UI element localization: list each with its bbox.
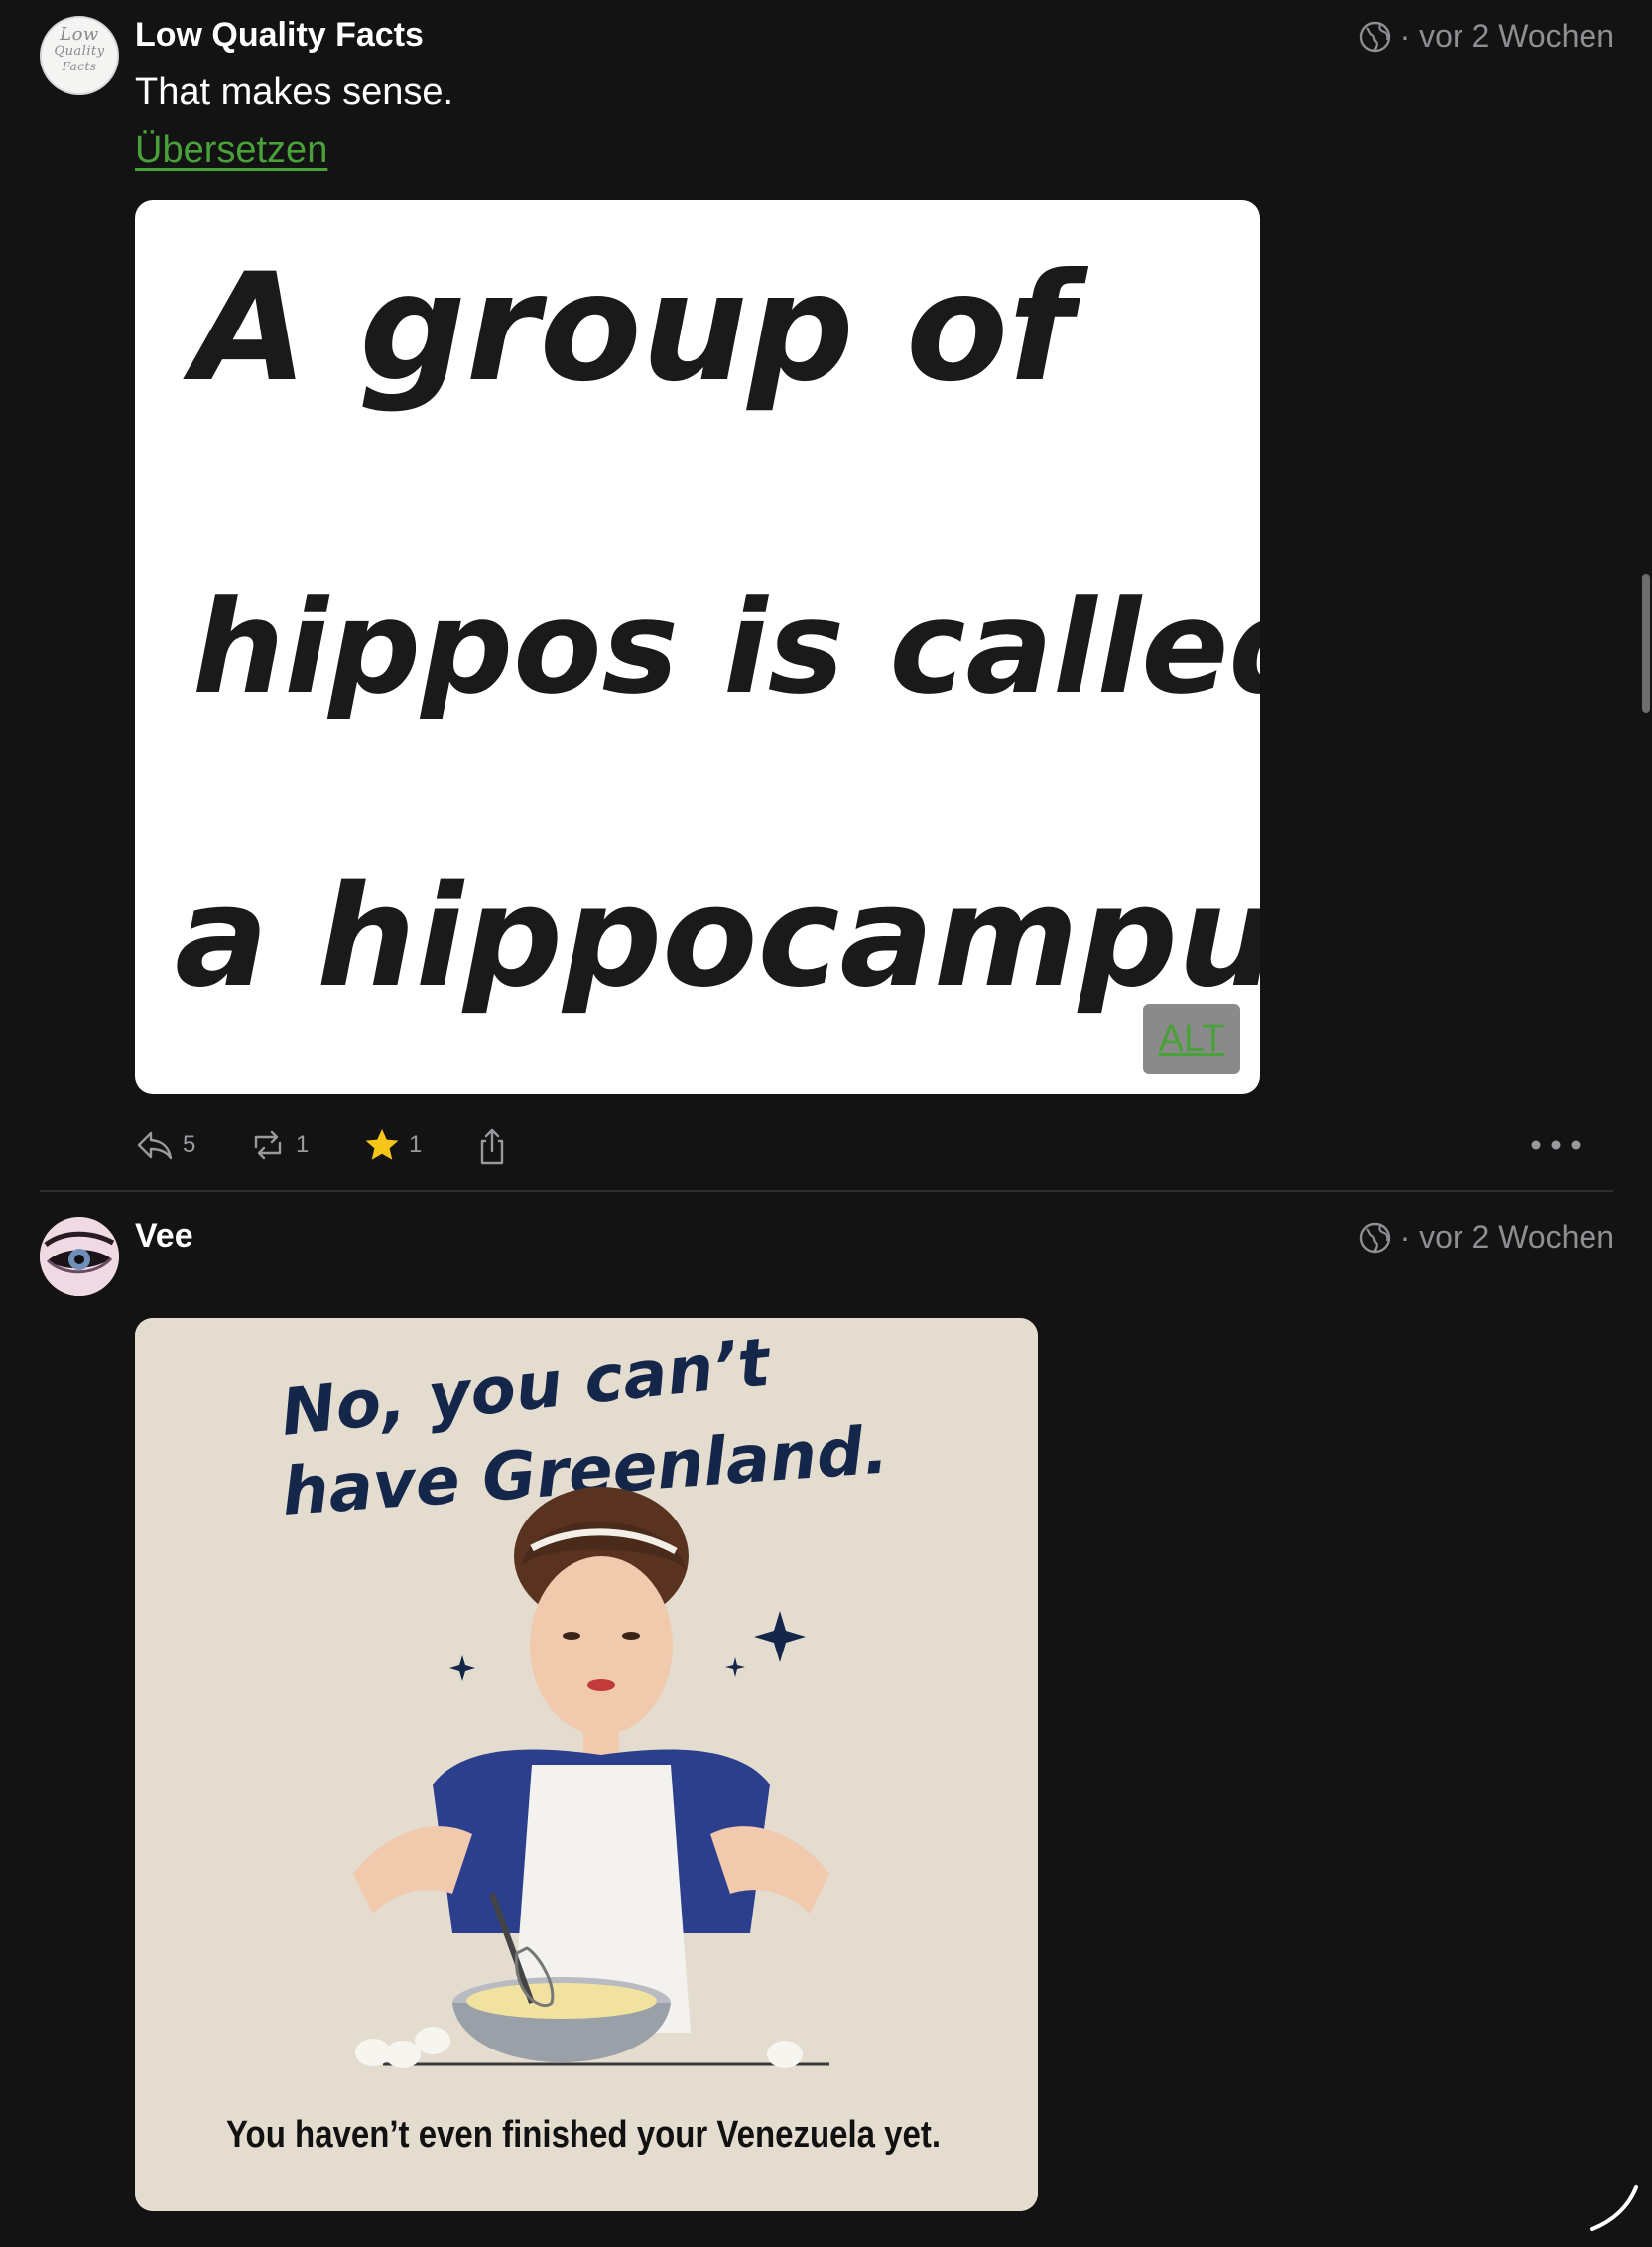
reply-button[interactable]: 5: [135, 1127, 195, 1163]
post-text: That makes sense.: [135, 71, 454, 113]
greenland-poster: No, you can’t have Greenland. You haven’…: [135, 1318, 1038, 2211]
more-dots-icon: [1531, 1140, 1581, 1150]
avatar[interactable]: [40, 1217, 119, 1296]
poster-caption: You haven’t even finished your Venezuela…: [226, 2114, 941, 2156]
globe-icon: [1359, 21, 1390, 52]
post-image[interactable]: No, you can’t have Greenland. You haven’…: [135, 1318, 1038, 2211]
eye-avatar-icon: [40, 1217, 119, 1296]
translate-link[interactable]: Übersetzen: [135, 129, 327, 172]
avatar[interactable]: Low Quality Facts: [40, 16, 119, 95]
handwritten-note: A group of hippos is called a hippocampu…: [175, 242, 1260, 1018]
share-button[interactable]: [474, 1127, 510, 1167]
timestamp[interactable]: · vor 2 Wochen: [1400, 1219, 1614, 1256]
share-icon: [480, 1128, 504, 1165]
post-actions: 5 1 1: [135, 1127, 1619, 1167]
post-meta: · vor 2 Wochen: [1358, 1219, 1614, 1256]
boost-button[interactable]: 1: [248, 1127, 309, 1163]
post-image[interactable]: A group of hippos is called a hippocampu…: [135, 200, 1260, 1094]
scrollbar-thumb[interactable]: [1642, 574, 1650, 713]
author-name[interactable]: Low Quality Facts: [135, 16, 424, 55]
loading-spinner-icon: [1590, 2185, 1638, 2231]
timeline-feed: Low Quality Facts Low Quality Facts · vo…: [0, 0, 1652, 2247]
note-line-3: a hippocampus.: [175, 857, 1260, 1018]
boost-icon: [254, 1130, 282, 1160]
reply-count: 5: [183, 1131, 196, 1158]
post-meta: · vor 2 Wochen: [1358, 18, 1614, 55]
reply-icon: [137, 1131, 173, 1160]
favourite-button[interactable]: 1: [363, 1127, 422, 1163]
post-low-quality-facts[interactable]: Low Quality Facts Low Quality Facts · vo…: [0, 0, 1652, 1191]
note-line-1: A group of: [183, 242, 1088, 415]
avatar-logo: Low Quality Facts: [54, 24, 105, 74]
favourite-count: 1: [409, 1131, 423, 1158]
boost-count: 1: [296, 1131, 310, 1158]
timestamp[interactable]: · vor 2 Wochen: [1400, 18, 1614, 55]
globe-icon: [1359, 1222, 1390, 1253]
more-options-button[interactable]: [1528, 1127, 1584, 1163]
author-name[interactable]: Vee: [135, 1217, 193, 1256]
star-icon: [365, 1129, 399, 1160]
alt-text-button[interactable]: ALT: [1143, 1004, 1240, 1074]
note-line-2: hippos is called: [192, 572, 1260, 723]
